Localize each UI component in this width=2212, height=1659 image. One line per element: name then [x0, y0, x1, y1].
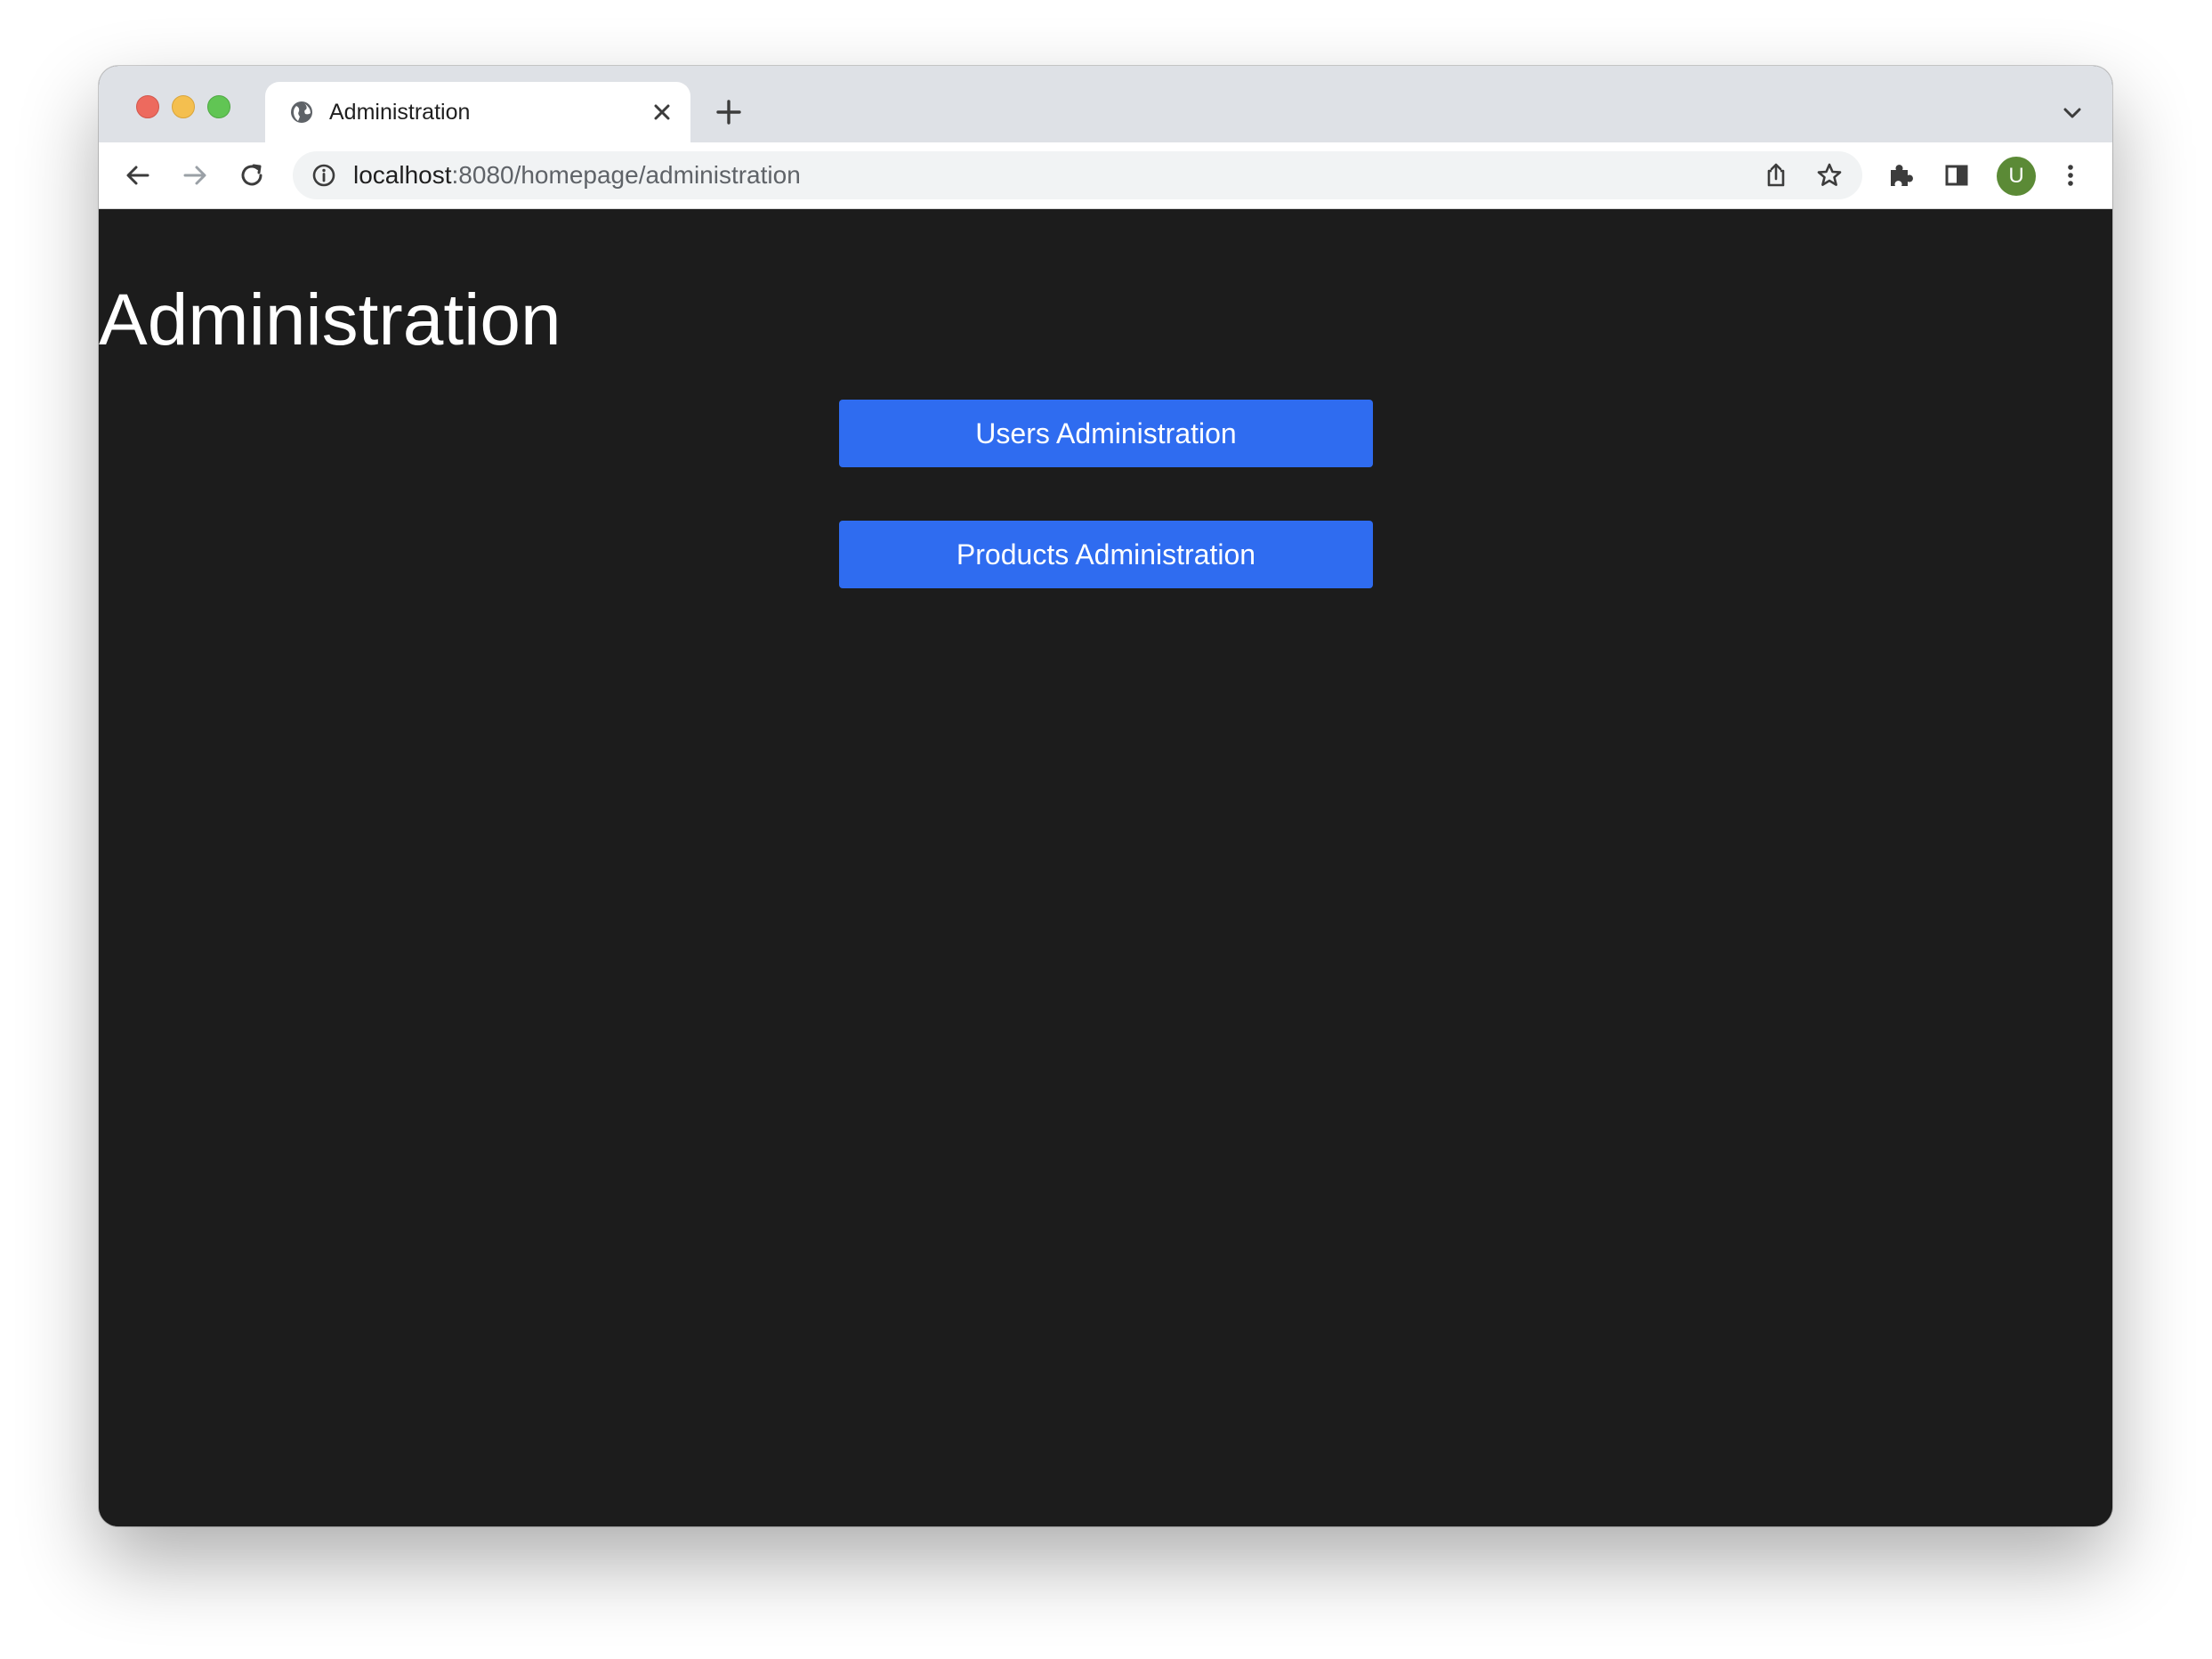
- back-arrow-icon[interactable]: [122, 159, 154, 191]
- info-icon[interactable]: [311, 162, 337, 189]
- share-icon[interactable]: [1761, 160, 1791, 190]
- users-administration-button[interactable]: Users Administration: [839, 400, 1373, 467]
- maximize-window-button[interactable]: [207, 95, 230, 118]
- tab-strip: Administration: [99, 66, 2112, 142]
- tab-administration[interactable]: Administration: [265, 82, 690, 142]
- url-path: :8080/homepage/administration: [451, 161, 801, 189]
- url-host: localhost: [353, 161, 452, 189]
- new-tab-icon[interactable]: [713, 96, 745, 128]
- browser-toolbar: localhost:8080/homepage/administration U: [99, 142, 2112, 209]
- chevron-down-icon[interactable]: [2059, 100, 2086, 126]
- url-text: localhost:8080/homepage/administration: [353, 162, 801, 189]
- bookmark-star-icon[interactable]: [1814, 160, 1845, 190]
- profile-avatar[interactable]: U: [1997, 157, 2036, 196]
- browser-window: Administration localhost:8080/homepage/a…: [99, 66, 2112, 1526]
- reload-icon[interactable]: [236, 159, 268, 191]
- page-title: Administration: [99, 279, 561, 360]
- globe-icon: [288, 99, 315, 125]
- products-administration-button[interactable]: Products Administration: [839, 521, 1373, 588]
- page-content: Administration Users Administration Prod…: [99, 209, 2112, 1526]
- extensions-puzzle-icon[interactable]: [1884, 159, 1916, 191]
- more-menu-icon[interactable]: [2055, 159, 2087, 191]
- close-tab-icon[interactable]: [650, 100, 674, 125]
- tab-title: Administration: [329, 100, 471, 125]
- minimize-window-button[interactable]: [172, 95, 195, 118]
- address-bar[interactable]: localhost:8080/homepage/administration: [293, 151, 1862, 199]
- side-panel-icon[interactable]: [1941, 159, 1973, 191]
- close-window-button[interactable]: [136, 95, 159, 118]
- forward-arrow-icon[interactable]: [179, 159, 211, 191]
